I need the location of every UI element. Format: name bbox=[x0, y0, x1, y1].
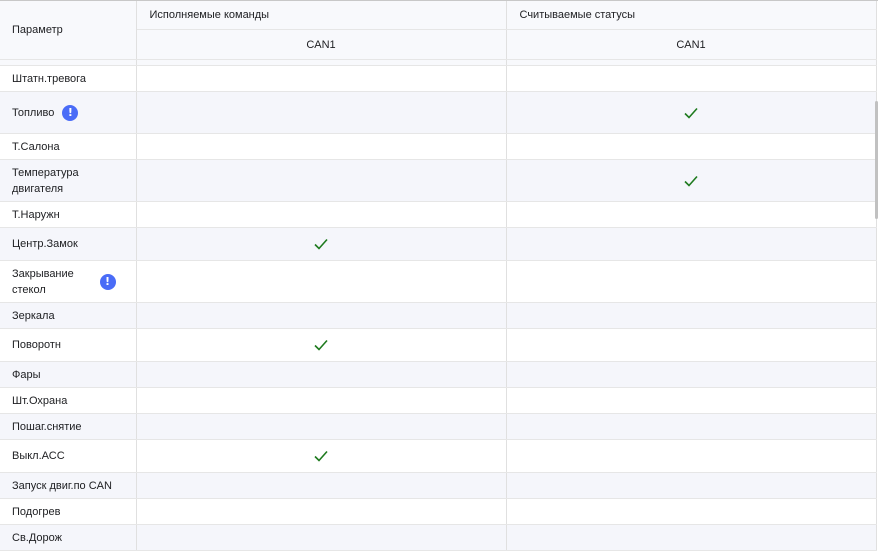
check-icon bbox=[684, 107, 698, 119]
param-cell: Фары bbox=[0, 361, 137, 388]
status-can1-cell bbox=[506, 159, 877, 202]
status-can1-cell bbox=[506, 439, 877, 473]
status-can1-cell bbox=[506, 328, 877, 362]
status-can1-cell bbox=[506, 361, 877, 388]
param-cell: Запуск двиг.по CAN bbox=[0, 472, 137, 499]
param-cell: Выкл.АСС bbox=[0, 439, 137, 473]
table-row: Топливо! bbox=[0, 91, 877, 134]
table-row: Закрывание стекол! bbox=[0, 260, 877, 303]
table-row: Поворотн bbox=[0, 328, 877, 362]
check-icon bbox=[314, 340, 328, 351]
table-row: Зеркала bbox=[0, 302, 877, 329]
param-label: Температура двигателя bbox=[12, 166, 79, 195]
command-can1-cell bbox=[136, 361, 507, 388]
param-label: Топливо bbox=[12, 106, 55, 119]
status-can1-cell bbox=[506, 65, 877, 92]
check-icon bbox=[314, 239, 328, 250]
status-can1-cell bbox=[506, 498, 877, 525]
param-label: Закрывание стекол bbox=[12, 267, 74, 296]
command-can1-cell bbox=[136, 227, 507, 261]
table-row: Подогрев bbox=[0, 498, 877, 525]
param-cell: Поворотн bbox=[0, 328, 137, 362]
info-icon[interactable]: ! bbox=[99, 273, 116, 290]
param-cell: Т.Салона bbox=[0, 133, 137, 160]
table-row: Запуск двиг.по CAN bbox=[0, 472, 877, 499]
header-param: Параметр bbox=[0, 1, 137, 60]
param-cell: Температура двигателя bbox=[0, 159, 137, 202]
command-can1-cell bbox=[136, 328, 507, 362]
command-can1-cell bbox=[136, 201, 507, 228]
param-label: Выкл.АСС bbox=[12, 450, 65, 462]
command-can1-cell bbox=[136, 498, 507, 525]
can-params-table: Параметр Исполняемые команды Считываемые… bbox=[0, 1, 877, 551]
param-label: Св.Дорож bbox=[12, 531, 63, 544]
command-can1-cell bbox=[136, 524, 507, 551]
table-row: Центр.Замок bbox=[0, 227, 877, 261]
param-cell: Центр.Замок bbox=[0, 227, 137, 261]
param-label: Пошаг.снятие bbox=[12, 420, 82, 433]
status-can1-cell bbox=[506, 91, 877, 134]
status-can1-cell bbox=[506, 201, 877, 228]
status-can1-cell bbox=[506, 413, 877, 440]
param-table-container: Параметр Исполняемые команды Считываемые… bbox=[0, 0, 878, 558]
header-statuses-can1: CAN1 bbox=[506, 29, 877, 60]
status-can1-cell bbox=[506, 260, 877, 303]
table-row: Т.Наружн bbox=[0, 201, 877, 228]
command-can1-cell bbox=[136, 133, 507, 160]
status-can1-cell bbox=[506, 302, 877, 329]
param-cell: Закрывание стекол! bbox=[0, 260, 137, 303]
table-row: Фары bbox=[0, 361, 877, 388]
status-can1-cell bbox=[506, 227, 877, 261]
param-label: Штатн.тревога bbox=[12, 72, 87, 85]
param-label: Подогрев bbox=[12, 505, 61, 518]
status-can1-cell bbox=[506, 472, 877, 499]
command-can1-cell bbox=[136, 439, 507, 473]
command-can1-cell bbox=[136, 91, 507, 134]
param-cell: Т.Наружн bbox=[0, 201, 137, 228]
param-label: Т.Наружн bbox=[12, 208, 60, 221]
command-can1-cell bbox=[136, 413, 507, 440]
param-label: Зеркала bbox=[12, 309, 55, 322]
table-row: Штатн.тревога bbox=[0, 65, 877, 92]
param-cell: Топливо! bbox=[0, 91, 137, 134]
check-icon bbox=[684, 175, 698, 187]
table-body: Штатн.тревога Топливо! Т.Салона Температура… bbox=[0, 59, 877, 551]
table-row: Пошаг.снятие bbox=[0, 413, 877, 440]
table-row: Температура двигателя bbox=[0, 159, 877, 202]
table-row: Св.Дорож bbox=[0, 524, 877, 551]
command-can1-cell bbox=[136, 159, 507, 202]
param-cell: Подогрев bbox=[0, 498, 137, 525]
param-label: Поворотн bbox=[12, 339, 61, 351]
table-row: Т.Салона bbox=[0, 133, 877, 160]
param-label: Центр.Замок bbox=[12, 238, 78, 250]
command-can1-cell bbox=[136, 387, 507, 414]
header-statuses: Считываемые статусы bbox=[506, 1, 877, 30]
param-cell: Пошаг.снятие bbox=[0, 413, 137, 440]
table-row: Выкл.АСС bbox=[0, 439, 877, 473]
table-row: Шт.Охрана bbox=[0, 387, 877, 414]
check-icon bbox=[314, 451, 328, 462]
command-can1-cell bbox=[136, 65, 507, 92]
param-cell: Зеркала bbox=[0, 302, 137, 329]
param-label: Запуск двиг.по CAN bbox=[12, 479, 112, 492]
param-label: Фары bbox=[12, 368, 41, 381]
param-label: Т.Салона bbox=[12, 140, 60, 153]
status-can1-cell bbox=[506, 133, 877, 160]
command-can1-cell bbox=[136, 472, 507, 499]
info-icon[interactable]: ! bbox=[62, 104, 79, 121]
param-cell: Шт.Охрана bbox=[0, 387, 137, 414]
command-can1-cell bbox=[136, 260, 507, 303]
param-cell: Св.Дорож bbox=[0, 524, 137, 551]
status-can1-cell bbox=[506, 387, 877, 414]
header-commands-can1: CAN1 bbox=[136, 29, 507, 60]
command-can1-cell bbox=[136, 302, 507, 329]
param-label: Шт.Охрана bbox=[12, 394, 68, 407]
param-cell: Штатн.тревога bbox=[0, 65, 137, 92]
header-commands: Исполняемые команды bbox=[136, 1, 507, 30]
status-can1-cell bbox=[506, 524, 877, 551]
